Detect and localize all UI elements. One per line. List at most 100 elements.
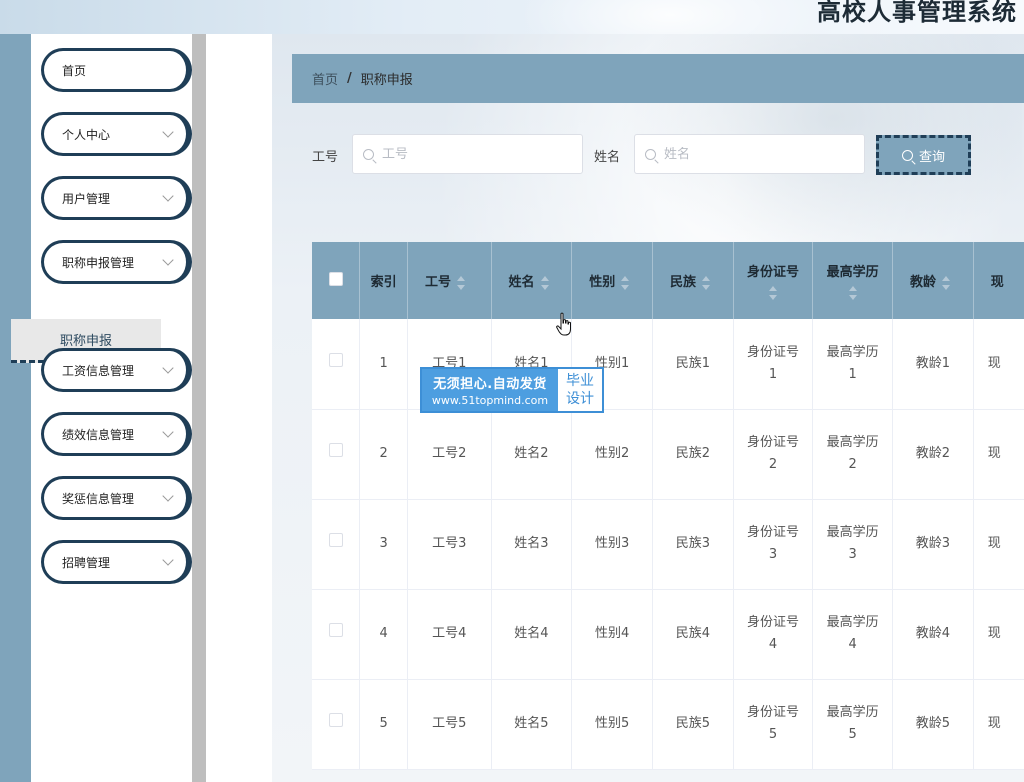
employee-id-input[interactable] <box>382 146 562 162</box>
header-id-number[interactable]: 身份证号 <box>733 242 814 319</box>
top-header: 高校人事管理系统 <box>0 0 1024 34</box>
breadcrumb-separator: / <box>347 71 352 86</box>
search-icon <box>645 148 656 160</box>
header-current[interactable]: 现 <box>973 242 1024 319</box>
watermark-word-1: 毕业 <box>566 373 594 389</box>
table-row[interactable]: 5 工号5 姓名5 性别5 民族5 身份证号 5 最高学历 5 教龄5 现 <box>312 679 1024 770</box>
cell-gender: 性别4 <box>571 589 654 680</box>
query-button-label: 查询 <box>918 149 945 165</box>
cell-gender: 性别2 <box>571 409 654 500</box>
cell-current: 现 <box>973 319 1024 410</box>
main-content: 首页 / 职称申报 工号 姓名 查询 索引 工号 姓名 <box>272 34 1024 782</box>
watermark-banner: 无须担心.自动发货 www.51topmind.com 毕业 设计 <box>420 367 604 413</box>
sidebar-item-performance-management[interactable]: 绩效信息管理 <box>41 412 192 456</box>
sidebar: 首页 个人中心 用户管理 职称申报管理 职称申报 工资信息管理 绩效信息管理 奖… <box>11 34 192 782</box>
sort-icon[interactable] <box>941 275 950 290</box>
header-teaching-years[interactable]: 教龄 <box>892 242 974 319</box>
cell-id-number: 身份证号 4 <box>733 589 814 680</box>
watermark-left: 无须担心.自动发货 www.51topmind.com <box>422 369 558 411</box>
sort-icon[interactable] <box>621 275 630 290</box>
sort-icon[interactable] <box>540 275 549 290</box>
sort-icon[interactable] <box>769 286 778 300</box>
app-title: 高校人事管理系统 <box>817 0 1017 26</box>
cell-name: 姓名2 <box>491 409 573 500</box>
sidebar-scrollbar[interactable] <box>192 34 206 782</box>
sidebar-item-label: 招聘管理 <box>62 555 111 570</box>
sidebar-item-title-application-management[interactable]: 职称申报管理 <box>41 240 192 284</box>
row-checkbox[interactable] <box>328 713 343 727</box>
row-select <box>312 409 361 500</box>
cell-index: 1 <box>359 319 408 410</box>
cell-name: 姓名4 <box>491 589 573 680</box>
sidebar-item-label: 职称申报管理 <box>62 255 135 270</box>
cell-teaching-years: 教龄1 <box>892 319 974 410</box>
cell-employee-id: 工号5 <box>407 679 492 770</box>
sort-icon[interactable] <box>702 275 711 290</box>
chevron-down-icon <box>162 490 174 502</box>
header-ethnicity[interactable]: 民族 <box>652 242 734 319</box>
row-select <box>312 679 361 770</box>
cell-ethnicity: 民族2 <box>652 409 734 500</box>
row-checkbox[interactable] <box>328 352 343 367</box>
header-name[interactable]: 姓名 <box>491 242 573 319</box>
table-row[interactable]: 2 工号2 姓名2 性别2 民族2 身份证号 2 最高学历 2 教龄2 现 <box>312 409 1024 500</box>
row-select <box>312 499 361 590</box>
cell-index: 4 <box>359 589 408 680</box>
cell-id-number: 身份证号 1 <box>733 319 814 410</box>
sidebar-item-reward-punishment-management[interactable]: 奖惩信息管理 <box>41 476 192 520</box>
cell-education: 最高学历 1 <box>812 319 893 410</box>
query-button[interactable]: 查询 <box>876 135 971 175</box>
header-education[interactable]: 最高学历 <box>812 242 893 319</box>
header-employee-id[interactable]: 工号 <box>407 242 492 319</box>
chevron-down-icon <box>162 190 174 202</box>
row-select <box>312 589 361 680</box>
header-index: 索引 <box>359 242 408 319</box>
cell-ethnicity: 民族4 <box>652 589 734 680</box>
cell-id-number: 身份证号 2 <box>733 409 814 500</box>
row-checkbox[interactable] <box>328 443 343 457</box>
search-icon <box>363 148 374 160</box>
breadcrumb-home-link[interactable]: 首页 <box>312 69 338 88</box>
cell-id-number: 身份证号 5 <box>733 679 814 770</box>
row-select <box>312 319 361 410</box>
cell-employee-id: 工号3 <box>407 499 492 590</box>
sidebar-item-salary-management[interactable]: 工资信息管理 <box>41 348 192 392</box>
header-gender[interactable]: 性别 <box>571 242 654 319</box>
table-row[interactable]: 4 工号4 姓名4 性别4 民族4 身份证号 4 最高学历 4 教龄4 现 <box>312 589 1024 680</box>
sort-icon[interactable] <box>848 286 857 300</box>
sidebar-item-label: 工资信息管理 <box>62 363 135 378</box>
cell-education: 最高学历 2 <box>812 409 893 500</box>
cell-ethnicity: 民族1 <box>652 319 734 410</box>
sort-icon[interactable] <box>457 275 466 290</box>
row-checkbox[interactable] <box>328 533 343 547</box>
sidebar-item-recruitment-management[interactable]: 招聘管理 <box>41 540 192 584</box>
cell-name: 姓名3 <box>491 499 573 590</box>
table-row[interactable]: 3 工号3 姓名3 性别3 民族3 身份证号 3 最高学历 3 教龄3 现 <box>312 499 1024 590</box>
watermark-slogan: 无须担心.自动发货 <box>433 377 547 392</box>
search-icon <box>901 149 913 161</box>
cell-education: 最高学历 4 <box>812 589 893 680</box>
row-checkbox[interactable] <box>328 623 343 637</box>
cell-gender: 性别3 <box>571 499 654 590</box>
cell-teaching-years: 教龄5 <box>892 679 974 770</box>
sidebar-item-home[interactable]: 首页 <box>41 48 192 92</box>
table-header-row: 索引 工号 姓名 性别 民族 身份证号 最高学历 教龄 现 <box>312 242 1024 319</box>
cell-teaching-years: 教龄3 <box>892 499 974 590</box>
cell-employee-id: 工号2 <box>407 409 492 500</box>
sidebar-subitem-label: 职称申报 <box>59 334 112 349</box>
cell-ethnicity: 民族5 <box>652 679 734 770</box>
breadcrumb-current: 职称申报 <box>360 73 413 88</box>
cell-name: 姓名5 <box>491 679 573 770</box>
sidebar-item-label: 个人中心 <box>62 127 111 142</box>
sidebar-rail <box>0 34 31 782</box>
sidebar-item-user-management[interactable]: 用户管理 <box>41 176 192 220</box>
chevron-down-icon <box>162 554 174 566</box>
cell-teaching-years: 教龄2 <box>892 409 974 500</box>
sidebar-item-personal-center[interactable]: 个人中心 <box>41 112 192 156</box>
content-gap <box>206 34 272 782</box>
sidebar-item-label: 用户管理 <box>62 191 111 206</box>
name-input[interactable] <box>664 146 844 162</box>
select-all-checkbox[interactable] <box>328 271 343 286</box>
cell-current: 现 <box>973 409 1024 500</box>
table-row[interactable]: 1 工号1 姓名1 性别1 民族1 身份证号 1 最高学历 1 教龄1 现 <box>312 319 1024 410</box>
